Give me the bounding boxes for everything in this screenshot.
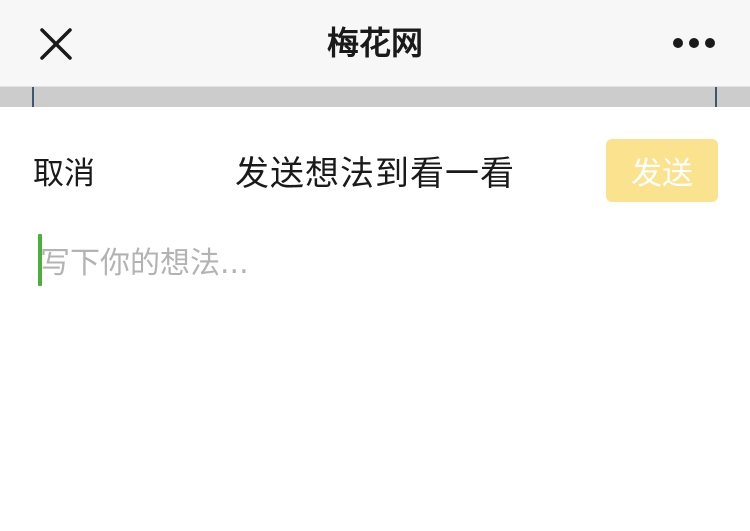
background-content-strip	[0, 87, 750, 107]
top-nav-bar: 梅花网	[0, 0, 750, 87]
send-button[interactable]: 发送	[606, 139, 718, 202]
close-icon	[40, 28, 72, 60]
page-title: 梅花网	[326, 24, 423, 62]
more-dots-icon	[673, 38, 715, 48]
strip-edge-right	[715, 87, 717, 107]
text-caret	[38, 234, 42, 286]
strip-edge-left	[32, 87, 34, 107]
close-button[interactable]	[30, 18, 82, 70]
more-button[interactable]	[662, 20, 726, 66]
thought-input[interactable]	[38, 232, 718, 482]
